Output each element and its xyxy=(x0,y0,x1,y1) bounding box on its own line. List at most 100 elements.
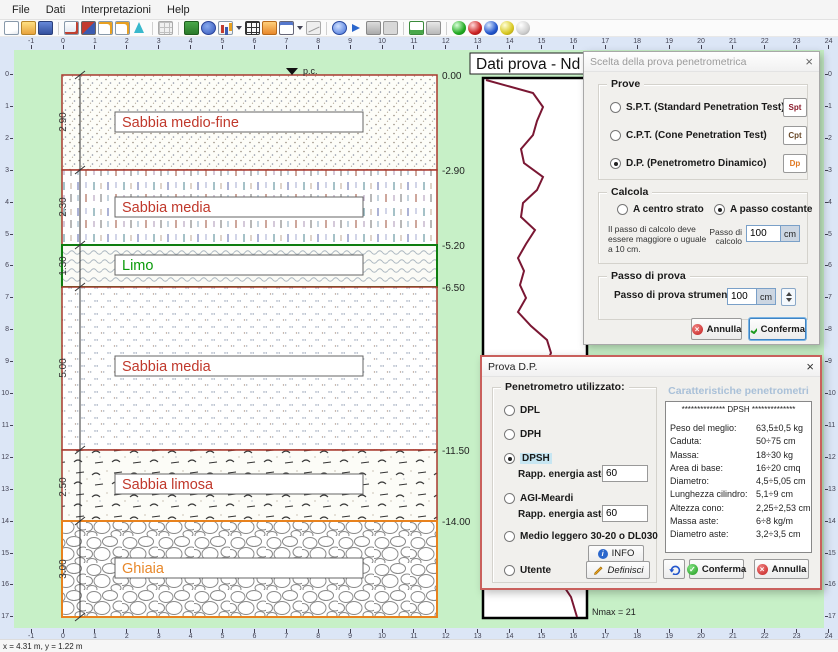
ruler-mark: 4 xyxy=(828,199,837,207)
radio-centro-strato[interactable] xyxy=(617,204,628,215)
ball-blue-icon[interactable] xyxy=(484,21,498,35)
clipboard-icon[interactable] xyxy=(383,21,398,35)
ball-red-icon[interactable] xyxy=(468,21,482,35)
web-export-icon[interactable] xyxy=(332,21,347,35)
annulla-button[interactable]: × Annulla xyxy=(691,318,742,340)
ruler-mark: 12 xyxy=(828,454,837,462)
radio-row-dph[interactable]: DPH xyxy=(504,429,541,440)
menu-interpretazioni[interactable]: Interpretazioni xyxy=(73,2,159,18)
workbook-icon[interactable] xyxy=(184,21,199,35)
refresh-button[interactable] xyxy=(663,559,685,579)
layer-label: Ghiaia xyxy=(122,561,165,577)
menu-file[interactable]: File xyxy=(4,2,38,18)
info-button[interactable]: i INFO xyxy=(588,545,644,562)
radio-utente-label: Utente xyxy=(520,565,551,576)
radio-row-dpsh[interactable]: DPSH xyxy=(504,453,552,464)
radio-row-utente[interactable]: Utente xyxy=(504,565,551,576)
ball-white-icon[interactable] xyxy=(516,21,530,35)
thickness-label: 2.90 xyxy=(58,112,69,132)
conferma-button[interactable]: Conferma xyxy=(749,318,806,340)
print-icon[interactable] xyxy=(426,21,441,35)
rapp-energia-input-2[interactable] xyxy=(602,505,648,522)
close-icon[interactable]: × xyxy=(806,360,814,373)
ball-green-icon[interactable] xyxy=(452,21,466,35)
edit-page-icon[interactable] xyxy=(115,21,130,35)
image-icon[interactable] xyxy=(81,21,96,35)
spt-badge-button[interactable]: Spt xyxy=(783,98,807,117)
passo-prova-spinner[interactable] xyxy=(781,288,796,306)
dp-badge-button[interactable]: Dp xyxy=(783,154,807,173)
definisci-button[interactable]: Definisci xyxy=(586,561,650,579)
ruler-mark: 7 xyxy=(276,38,296,49)
window-chart-dropdown-caret[interactable] xyxy=(297,26,303,30)
radio-dph[interactable] xyxy=(504,429,515,440)
rapp-energia-input-1[interactable] xyxy=(602,465,648,482)
radio-medio-leggero[interactable] xyxy=(504,531,515,542)
dp-conferma-button[interactable]: ✓ Conferma xyxy=(689,559,744,579)
grid-icon[interactable] xyxy=(158,21,173,35)
radio-cpt-label: C.P.T. (Cone Penetration Test) xyxy=(626,130,767,141)
dialog-dp-titlebar[interactable]: Prova D.P. × xyxy=(482,357,820,377)
dialog-scelta-titlebar[interactable]: Scelta della prova penetrometrica × xyxy=(584,52,819,72)
histogram-icon[interactable] xyxy=(262,21,277,35)
radio-dpl[interactable] xyxy=(504,405,515,416)
toolbar-separator xyxy=(58,22,59,35)
radio-row-agi[interactable]: AGI-Meardi xyxy=(504,493,573,504)
new-document-icon[interactable] xyxy=(4,21,19,35)
caratteristiche-title: Caratteristiche penetrometri xyxy=(665,385,812,397)
ruler-horizontal-top: -101234567891011121314151617181920212223… xyxy=(0,37,838,50)
radio-row-medio-leggero[interactable]: Medio leggero 30-20 o DL030 xyxy=(504,531,658,542)
ball-yellow-icon[interactable] xyxy=(500,21,514,35)
ruler-mark: 11 xyxy=(828,422,837,430)
radio-dpsh[interactable] xyxy=(504,453,515,464)
ruler-mark: 9 xyxy=(0,358,9,366)
group-calcola-legend: Calcola xyxy=(607,186,652,198)
ruler-mark: 3 xyxy=(0,167,9,175)
save-icon[interactable] xyxy=(38,21,53,35)
radio-dp[interactable] xyxy=(610,158,621,169)
line-chart-icon[interactable] xyxy=(306,21,321,35)
open-folder-icon[interactable] xyxy=(21,21,36,35)
radio-row-centro-strato[interactable]: A centro strato xyxy=(617,204,704,215)
menu-dati[interactable]: Dati xyxy=(38,2,74,18)
close-icon[interactable]: × xyxy=(805,55,813,68)
package-icon[interactable] xyxy=(366,21,381,35)
edit-document-icon[interactable] xyxy=(98,21,113,35)
radio-dpsh-label: DPSH xyxy=(520,453,552,464)
bar-chart-icon[interactable] xyxy=(218,21,233,35)
radio-row-dpl[interactable]: DPL xyxy=(504,405,540,416)
cancel-x-icon: × xyxy=(757,564,768,575)
dialog-prova-dp: Prova D.P. × Penetrometro utilizzato: DP… xyxy=(480,355,822,590)
bar-chart-dropdown-caret[interactable] xyxy=(236,26,242,30)
ruler-mark: 13 xyxy=(828,486,837,494)
definisci-label: Definisci xyxy=(608,565,644,576)
radio-utente[interactable] xyxy=(504,565,515,576)
cone-penetrometer-icon[interactable] xyxy=(132,21,147,35)
passo-prova-input[interactable] xyxy=(727,288,757,305)
dp-annulla-button[interactable]: × Annulla xyxy=(754,559,809,579)
drawing-canvas[interactable]: 01234567891011121314151617 0123456789101… xyxy=(0,50,838,628)
export-icon[interactable] xyxy=(64,21,79,35)
window-chart-icon[interactable] xyxy=(279,21,294,35)
ruler-mark: 23 xyxy=(787,38,807,49)
depth-label: -11.50 xyxy=(442,446,470,457)
forward-arrow-icon[interactable] xyxy=(349,21,364,35)
passo-calcolo-input[interactable] xyxy=(746,225,781,242)
radio-cpt[interactable] xyxy=(610,130,621,141)
info-icon: i xyxy=(598,549,608,559)
dp-annulla-label: Annulla xyxy=(772,564,807,575)
menu-help[interactable]: Help xyxy=(159,2,198,18)
ruler-mark: 2 xyxy=(0,135,9,143)
ruler-mark: 8 xyxy=(828,326,837,334)
info-label: INFO xyxy=(612,548,635,559)
table-icon[interactable] xyxy=(245,21,260,35)
cancel-x-icon: × xyxy=(692,324,703,335)
radio-passo-costante[interactable] xyxy=(714,204,725,215)
radio-agi-meardi[interactable] xyxy=(504,493,515,504)
cpt-badge-button[interactable]: Cpt xyxy=(783,126,807,145)
chart-icon[interactable] xyxy=(409,21,424,35)
radio-row-passo-costante[interactable]: A passo costante xyxy=(714,204,812,215)
radio-spt[interactable] xyxy=(610,102,621,113)
settings-globe-icon[interactable] xyxy=(201,21,216,35)
pencil-icon xyxy=(593,565,604,576)
